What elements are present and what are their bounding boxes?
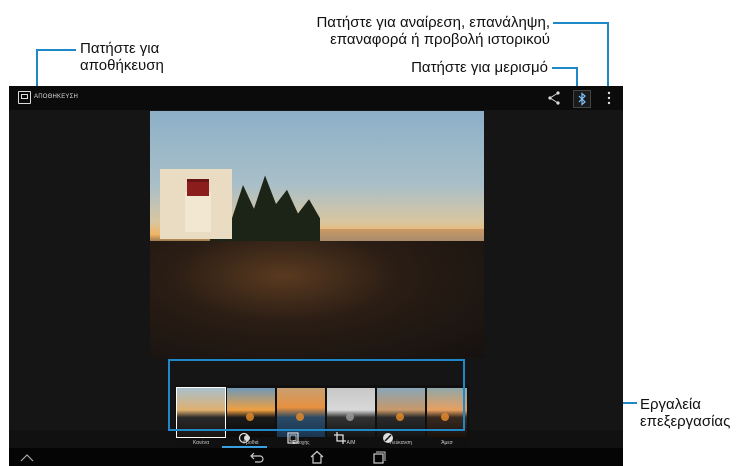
border-icon[interactable] xyxy=(286,431,300,445)
save-callout-line-h xyxy=(36,49,76,51)
crop-icon[interactable] xyxy=(333,431,347,445)
undo-callout-line1: Πατήστε για αναίρεση, επανάληψη, xyxy=(316,14,550,31)
save-callout-line-v xyxy=(36,49,38,87)
collapse-icon[interactable] xyxy=(19,450,35,464)
system-nav-bar xyxy=(9,448,623,466)
share-callout: Πατήστε για μερισμό xyxy=(398,59,548,76)
photo-rocks xyxy=(150,241,484,358)
back-icon[interactable] xyxy=(249,450,265,464)
tools-callout-line2: επεξεργασίας xyxy=(640,413,731,430)
save-icon[interactable] xyxy=(18,91,31,104)
overflow-menu-icon[interactable] xyxy=(606,90,622,106)
home-icon[interactable] xyxy=(309,450,325,464)
share-callout-line-v xyxy=(576,67,578,87)
photo-lighthouse xyxy=(160,169,232,239)
tools-callout: Εργαλεία επεξεργασίας xyxy=(640,396,742,430)
edit-tools-highlight xyxy=(168,359,465,431)
action-bar: ΑΠΟΘΗΚΕΥΣΗ xyxy=(9,86,623,110)
filters-icon[interactable] xyxy=(238,431,252,445)
edit-tools-bar xyxy=(9,430,623,448)
bluetooth-icon[interactable] xyxy=(573,90,591,108)
recent-apps-icon[interactable] xyxy=(371,450,387,464)
save-callout-text: Πατήστε για αποθήκευση xyxy=(80,40,164,74)
undo-callout: Πατήστε για αναίρεση, επανάληψη, επαναφο… xyxy=(300,14,550,48)
share-callout-text: Πατήστε για μερισμό xyxy=(411,59,548,76)
save-label[interactable]: ΑΠΟΘΗΚΕΥΣΗ xyxy=(34,94,78,100)
share-callout-line-h xyxy=(552,67,578,69)
undo-callout-line-h xyxy=(553,22,609,24)
lighthouse-lamp xyxy=(187,179,209,196)
share-icon[interactable] xyxy=(546,90,562,106)
undo-callout-line2: επαναφορά ή προβολή ιστορικού xyxy=(330,31,550,48)
tools-callout-line1: Εργαλεία xyxy=(640,396,701,413)
save-callout: Πατήστε για αποθήκευση xyxy=(80,40,200,74)
undo-callout-line-v xyxy=(607,22,609,88)
adjust-icon[interactable] xyxy=(381,431,395,445)
lighthouse-tower xyxy=(185,192,211,232)
edited-photo[interactable] xyxy=(150,111,484,358)
